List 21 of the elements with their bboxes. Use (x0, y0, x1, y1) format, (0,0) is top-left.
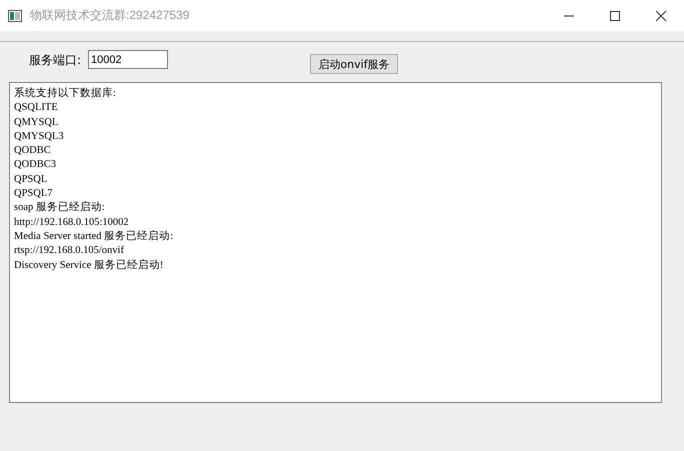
log-line: rtsp://192.168.0.105/onvif (14, 244, 124, 258)
port-label: 服务端口: (29, 52, 82, 69)
log-line: QODBC (14, 144, 51, 158)
log-line: soap 服务已经启动: (14, 201, 105, 216)
app-icon (8, 10, 22, 22)
log-line: QPSQL7 (14, 187, 53, 202)
log-line: Media Server started 服务已经启动: (14, 230, 174, 244)
log-area[interactable]: 系统支持以下数据库: QSQLITE QMYSQL QMYSQL3 QODBC QODBC3 QPSQL QPSQL7 soap 服务已经启动: http://192.168.0.105:10002 Media Server started 服务已经启动: rtsp://192.168.0.105/onvif Discovery Service 服务已经启动! (9, 82, 662, 403)
log-line: QMYSQL3 (14, 130, 64, 144)
log-line: http://192.168.0.105:10002 (14, 216, 129, 230)
log-line: 系统支持以下数据库: (14, 87, 116, 101)
log-line: QODBC3 (14, 158, 56, 172)
window-title: 物联网技术交流群:292427539 (30, 7, 190, 24)
close-icon[interactable] (656, 10, 666, 20)
port-field[interactable]: 10002 (88, 50, 168, 69)
maximize-icon[interactable] (610, 10, 620, 20)
log-line: QMYSQL (14, 116, 58, 130)
log-line: QSQLITE (14, 101, 58, 116)
log-line: QPSQL (14, 172, 48, 187)
start-button[interactable]: 启动onvif服务 (310, 54, 398, 74)
log-line: Discovery Service 服务已经启动! (14, 258, 164, 273)
